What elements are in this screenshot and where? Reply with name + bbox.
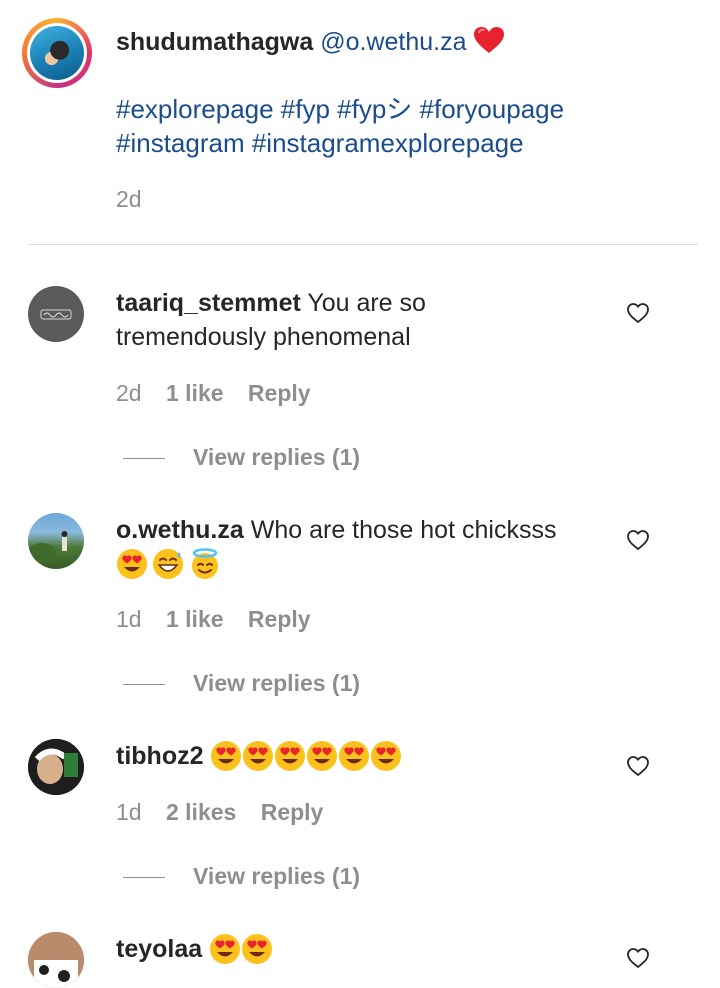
reply-button[interactable]: Reply: [248, 606, 311, 632]
comment-username[interactable]: o.wethu.za: [116, 516, 244, 544]
caption-username[interactable]: shudumathagwa: [116, 28, 313, 56]
comment-body: teyolaa: [116, 932, 273, 970]
comment-body: o.wethu.za Who are those hot chicksss: [116, 513, 556, 547]
like-heart-icon[interactable]: [626, 946, 650, 970]
view-replies-line: [123, 877, 165, 878]
like-heart-icon[interactable]: [626, 528, 650, 552]
caption-hashtags-line1[interactable]: #explorepage #fyp #fypシ #foryoupage: [116, 92, 564, 126]
comment-username[interactable]: teyolaa: [116, 935, 202, 963]
comment-avatar[interactable]: [28, 739, 84, 795]
heart-eyes-emoji: [307, 741, 338, 771]
heart-eyes-emoji: [242, 934, 273, 964]
caption-timestamp: 2d: [116, 186, 142, 212]
comment-timestamp: 1d: [116, 606, 142, 632]
comment-text: Who are those hot chicksss: [250, 516, 557, 544]
heart-eyes-emoji: [210, 934, 241, 964]
avatar-logo-icon: [40, 309, 72, 320]
comment-emoji-line: [209, 933, 273, 970]
heart-eyes-emoji: [243, 741, 274, 771]
comment-avatar[interactable]: [28, 286, 84, 342]
comment-emoji-line: [116, 548, 221, 582]
avatar-photo-icon: [28, 531, 68, 563]
comment-meta: 1d 2 likes Reply: [116, 799, 323, 826]
view-replies-button[interactable]: View replies (1): [193, 670, 360, 697]
comment-emoji-line: [210, 740, 402, 777]
heart-eyes-emoji: [117, 549, 147, 579]
avatar-photo-icon: [28, 932, 84, 988]
red-heart-emoji: [474, 27, 505, 53]
caption-avatar[interactable]: [30, 26, 84, 80]
like-heart-icon[interactable]: [626, 754, 650, 778]
comment-timestamp: 1d: [116, 799, 142, 825]
comment-text-line2: tremendously phenomenal: [116, 323, 411, 351]
comment-likes[interactable]: 1 like: [166, 380, 224, 406]
avatar-photo-icon: [28, 739, 84, 795]
comment-body: tibhoz2: [116, 739, 402, 777]
view-replies-button[interactable]: View replies (1): [193, 863, 360, 890]
caption-header: shudumathagwa @o.wethu.za: [116, 25, 505, 59]
heart-eyes-emoji: [371, 741, 402, 771]
heart-eyes-emoji: [211, 741, 242, 771]
comment-timestamp: 2d: [116, 380, 142, 406]
comment-avatar[interactable]: [28, 932, 84, 988]
grin-sweat-emoji: [153, 549, 184, 579]
reply-button[interactable]: Reply: [261, 799, 324, 825]
comment-meta: 2d 1 like Reply: [116, 380, 311, 407]
heart-eyes-emoji: [339, 741, 370, 771]
comment-likes[interactable]: 2 likes: [166, 799, 236, 825]
view-replies-line: [123, 684, 165, 685]
view-replies-button[interactable]: View replies (1): [193, 444, 360, 471]
like-heart-icon[interactable]: [626, 301, 650, 325]
comment-text: You are so: [307, 289, 426, 317]
caption-hashtags-line2[interactable]: #instagram #instagramexplorepage: [116, 126, 524, 160]
caption-mention[interactable]: @o.wethu.za: [320, 28, 466, 56]
comment-body: taariq_stemmet You are so: [116, 286, 426, 320]
comment-username[interactable]: tibhoz2: [116, 742, 204, 770]
caption-divider: [28, 244, 698, 245]
comment-avatar[interactable]: [28, 513, 84, 569]
reply-button[interactable]: Reply: [248, 380, 311, 406]
comment-username[interactable]: taariq_stemmet: [116, 289, 301, 317]
heart-eyes-emoji: [275, 741, 306, 771]
comment-meta: 1d 1 like Reply: [116, 606, 311, 633]
view-replies-line: [123, 458, 165, 459]
halo-emoji: [191, 548, 218, 579]
comment-likes[interactable]: 1 like: [166, 606, 224, 632]
